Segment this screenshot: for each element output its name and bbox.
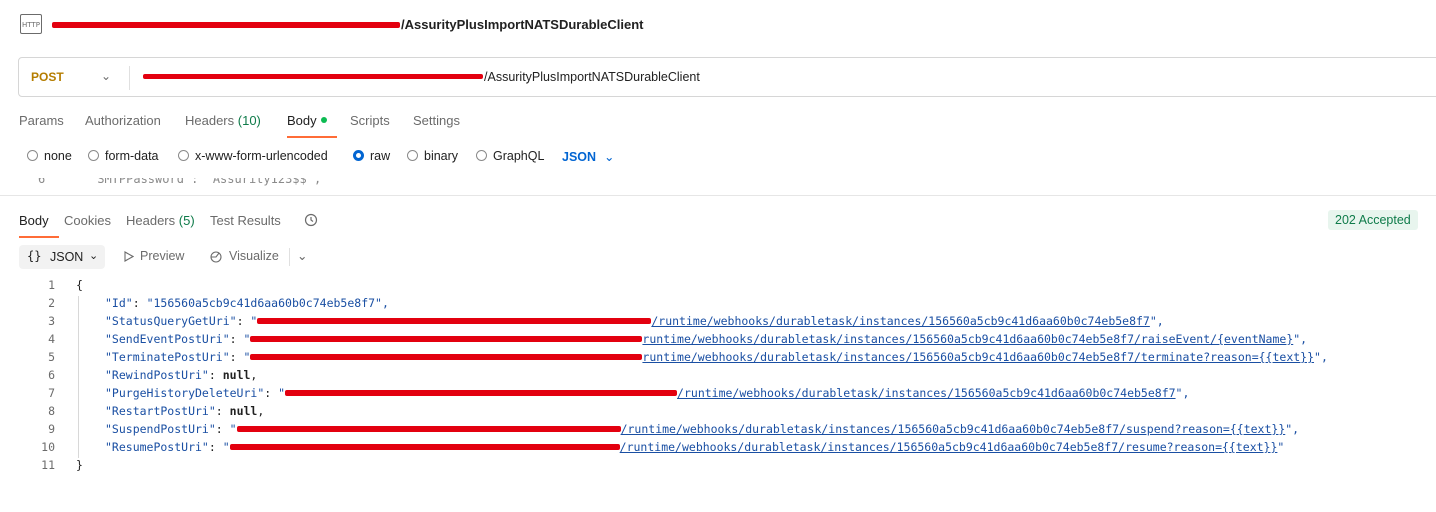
- radio-none[interactable]: none: [27, 149, 72, 163]
- url-link[interactable]: runtime/webhooks/durabletask/instances/1…: [642, 350, 1314, 364]
- pane-splitter[interactable]: [0, 195, 1436, 196]
- radio-form-data[interactable]: form-data: [88, 149, 159, 163]
- redacted-url-part: [143, 74, 483, 80]
- tab-response-headers[interactable]: Headers (5): [126, 213, 195, 228]
- title-bar: HTTP /AssurityPlusImportNATSDurableClien…: [0, 0, 1436, 48]
- redacted-url-part: [229, 443, 620, 450]
- chevron-down-icon[interactable]: ⌄: [101, 69, 111, 83]
- tab-body[interactable]: Body: [287, 113, 337, 138]
- chevron-down-icon[interactable]: ⌄: [297, 248, 307, 263]
- code-line: 3 "StatusQueryGetUri": "/runtime/webhooks…: [48, 314, 1164, 328]
- tab-params[interactable]: Params: [19, 113, 64, 128]
- code-line: 2 "Id": "156560a5cb9c41d6aa60b0c74eb5e8f7…: [48, 296, 389, 310]
- braces-icon: {}: [27, 249, 42, 263]
- radio-x-www-form-urlencoded[interactable]: x-www-form-urlencoded: [178, 149, 328, 163]
- tab-headers[interactable]: Headers (10): [185, 113, 261, 128]
- preview-button[interactable]: Preview: [124, 249, 184, 263]
- http-request-icon: HTTP: [20, 14, 42, 34]
- tab-settings[interactable]: Settings: [413, 113, 460, 128]
- divider: [129, 66, 130, 90]
- play-icon: [124, 251, 135, 263]
- radio-binary[interactable]: binary: [407, 149, 458, 163]
- method-select[interactable]: POST: [31, 70, 64, 84]
- redacted-url-part: [250, 353, 643, 360]
- code-line: 11}: [41, 458, 83, 472]
- chevron-down-icon: ⌄: [89, 250, 99, 262]
- chevron-down-icon: ⌄: [604, 150, 615, 164]
- tab-cookies[interactable]: Cookies: [64, 213, 111, 228]
- visualize-button[interactable]: Visualize: [208, 249, 279, 264]
- code-line: 1{: [48, 278, 83, 292]
- visualize-icon: [210, 251, 222, 263]
- url-link[interactable]: runtime/webhooks/durabletask/instances/1…: [642, 332, 1293, 346]
- code-line: 6 "RewindPostUri": null,: [48, 368, 258, 382]
- url-link[interactable]: /runtime/webhooks/durabletask/instances/…: [677, 386, 1176, 400]
- redacted-url-part: [250, 335, 643, 342]
- tab-authorization[interactable]: Authorization: [85, 113, 161, 128]
- raw-format-select[interactable]: JSON ⌄: [562, 149, 615, 164]
- radio-raw[interactable]: raw: [353, 149, 390, 163]
- code-line: 8 "RestartPostUri": null,: [48, 404, 265, 418]
- url-bar: POST ⌄ /AssurityPlusImportNATSDurableCli…: [18, 57, 1436, 97]
- modified-dot-icon: [320, 116, 327, 123]
- request-title[interactable]: /AssurityPlusImportNATSDurableClient: [52, 17, 643, 32]
- code-line: 9 "SuspendPostUri": "/runtime/webhooks/du…: [48, 422, 1300, 436]
- tab-scripts[interactable]: Scripts: [350, 113, 390, 128]
- redacted-url-part: [257, 317, 652, 324]
- redacted-url-part: [285, 389, 678, 396]
- divider: [289, 248, 290, 266]
- status-badge[interactable]: 202 Accepted: [1328, 210, 1418, 230]
- request-editor-partial-line: 6 "SMTPPassword": "Assurity123$$",: [38, 178, 322, 186]
- code-line: 4 "SendEventPostUri": " runtime/webhooks/d…: [48, 332, 1308, 346]
- url-link[interactable]: /runtime/webhooks/durabletask/instances/…: [651, 314, 1150, 328]
- code-line: 7 "PurgeHistoryDeleteUri": "/runtime/webh…: [48, 386, 1190, 400]
- redacted-url-part: [52, 21, 400, 28]
- url-input[interactable]: /AssurityPlusImportNATSDurableClient: [143, 70, 700, 84]
- redacted-url-part: [236, 425, 621, 432]
- radio-graphql[interactable]: GraphQL: [476, 149, 544, 163]
- url-link[interactable]: /runtime/webhooks/durabletask/instances/…: [620, 440, 1278, 454]
- tab-test-results[interactable]: Test Results: [210, 213, 281, 228]
- code-line: 5 "TerminatePostUri": " runtime/webhooks/d…: [48, 350, 1328, 364]
- code-line: 10 "ResumePostUri": "/runtime/webhooks/du…: [41, 440, 1285, 454]
- tab-response-body[interactable]: Body: [19, 213, 59, 238]
- history-icon[interactable]: [304, 213, 318, 227]
- response-format-select[interactable]: {} JSON ⌄: [19, 245, 105, 269]
- url-link[interactable]: /runtime/webhooks/durabletask/instances/…: [621, 422, 1286, 436]
